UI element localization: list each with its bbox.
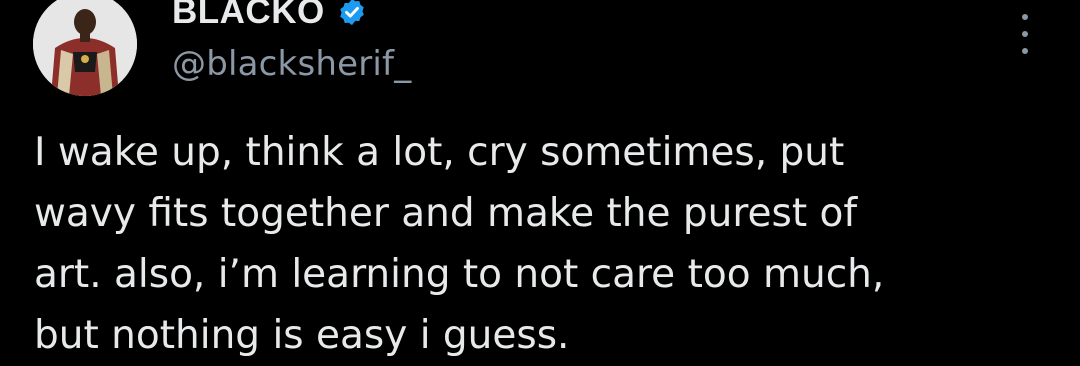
more-options-dot xyxy=(1022,48,1028,54)
more-options-dot xyxy=(1022,14,1028,20)
verified-badge-icon xyxy=(337,0,367,27)
more-options-dot xyxy=(1022,31,1028,37)
avatar-image xyxy=(33,0,137,96)
tweet-text-line: wavy fits together and make the purest o… xyxy=(34,191,858,236)
tweet-text-line: art. also, i’m learning to not care too … xyxy=(34,252,885,297)
more-options-icon[interactable] xyxy=(1010,14,1040,54)
author-handle[interactable]: @blacksherif_ xyxy=(172,44,411,84)
tweet-text: I wake up, think a lot, cry sometimes, p… xyxy=(34,122,1064,366)
author-name-row[interactable]: BLACKO xyxy=(172,0,367,34)
avatar[interactable] xyxy=(33,0,137,96)
tweet-text-line: but nothing is easy i guess. xyxy=(34,313,570,358)
display-name[interactable]: BLACKO xyxy=(172,0,325,32)
tweet-text-line: I wake up, think a lot, cry sometimes, p… xyxy=(34,130,845,175)
